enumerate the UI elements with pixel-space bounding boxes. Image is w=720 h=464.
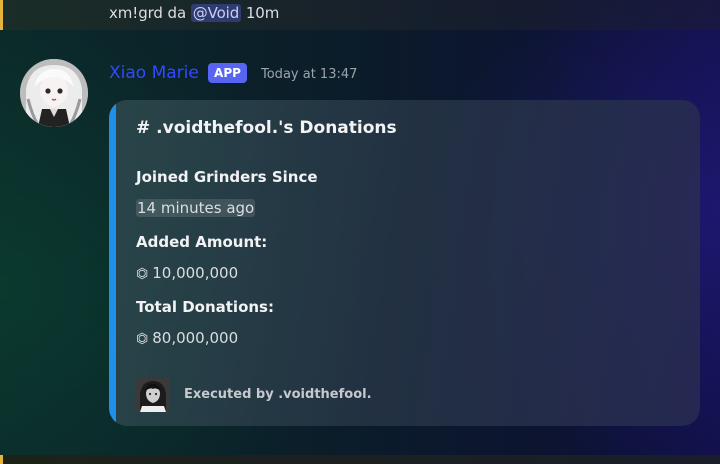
author-avatar[interactable] (20, 59, 88, 127)
added-amount: 10,000,000 (152, 264, 239, 282)
field-name-added: Added Amount: (136, 233, 268, 251)
donation-embed: # .voidthefool.'s Donations Joined Grind… (109, 100, 700, 426)
next-message-strip (0, 455, 720, 464)
embed-footer-text: Executed by .voidthefool. (184, 387, 372, 402)
highlight-bar (0, 455, 3, 464)
relative-timestamp[interactable]: 14 minutes ago (136, 199, 256, 217)
field-value-total: ⏣ 80,000,000 (136, 329, 238, 347)
anime-girl-avatar-icon (20, 59, 88, 127)
app-badge: APP (208, 63, 247, 83)
total-donations: 80,000,000 (152, 329, 239, 347)
previous-message-text: xm!grd da @Void 10m (109, 4, 279, 22)
author-name[interactable]: Xiao Marie (109, 63, 199, 83)
field-value-joined: 14 minutes ago (136, 199, 256, 217)
highlight-bar (0, 0, 3, 30)
embed-title: # .voidthefool.'s Donations (136, 118, 397, 138)
message-timestamp[interactable]: Today at 13:47 (261, 67, 357, 82)
coin-icon: ⏣ (136, 331, 149, 347)
field-name-total: Total Donations: (136, 298, 274, 316)
embed-accent-bar (109, 100, 116, 426)
field-value-added: ⏣ 10,000,000 (136, 264, 238, 282)
message-text-suffix: 10m (241, 4, 280, 22)
user-avatar-icon (136, 378, 170, 412)
message-text: xm!grd da (109, 4, 191, 22)
previous-message: xm!grd da @Void 10m (0, 0, 720, 30)
coin-icon: ⏣ (136, 266, 149, 282)
field-name-joined: Joined Grinders Since (136, 168, 318, 186)
user-mention[interactable]: @Void (190, 4, 242, 22)
